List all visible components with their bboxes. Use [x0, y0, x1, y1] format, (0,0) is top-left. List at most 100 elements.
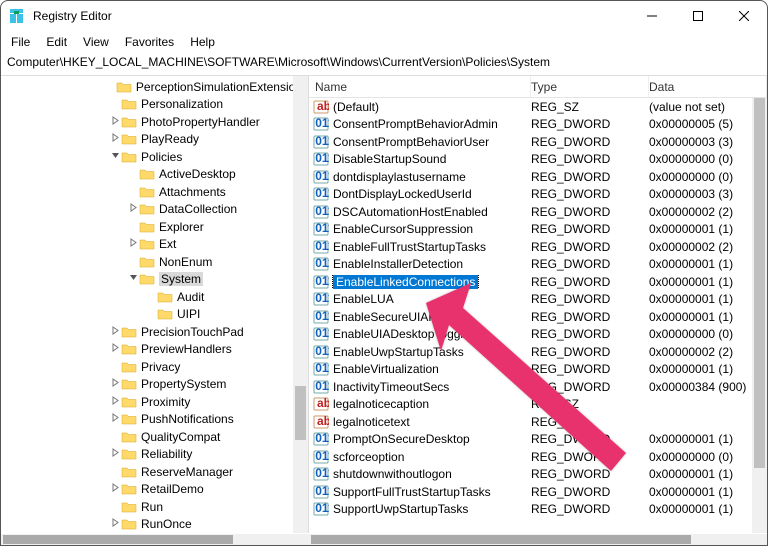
registry-value-row[interactable]: 011ConsentPromptBehaviorAdminREG_DWORD0x… [309, 116, 767, 134]
tree-item[interactable]: PerceptionSimulationExtensions [1, 78, 308, 96]
tree-item[interactable]: PreviewHandlers [1, 341, 308, 359]
tree-item[interactable]: ReserveManager [1, 463, 308, 481]
menu-favorites[interactable]: Favorites [125, 35, 174, 49]
expand-toggle-icon[interactable] [109, 518, 121, 530]
expand-toggle-icon[interactable] [109, 343, 121, 355]
registry-value-row[interactable]: 011EnableSecureUIAPathsREG_DWORD0x000000… [309, 308, 767, 326]
tree-item[interactable]: RunOnce [1, 516, 308, 534]
registry-tree[interactable]: PerceptionSimulationExtensionsPersonaliz… [1, 76, 308, 533]
menu-view[interactable]: View [83, 35, 109, 49]
registry-value-row[interactable]: 011PromptOnSecureDesktopREG_DWORD0x00000… [309, 431, 767, 449]
value-name: EnableSecureUIAPaths [333, 310, 459, 324]
minimize-button[interactable] [629, 1, 675, 31]
column-header-data[interactable]: Data [649, 76, 767, 97]
tree-item[interactable]: Reliability [1, 446, 308, 464]
registry-value-row[interactable]: ablegalnoticetextREG_SZ [309, 413, 767, 431]
expand-toggle-icon[interactable] [127, 273, 139, 285]
svg-text:011: 011 [315, 362, 329, 375]
registry-value-row[interactable]: 011dontdisplaylastusernameREG_DWORD0x000… [309, 168, 767, 186]
tree-item-label: PlayReady [141, 132, 199, 146]
expand-toggle-icon[interactable] [109, 326, 121, 338]
address-bar[interactable]: Computer\HKEY_LOCAL_MACHINE\SOFTWARE\Mic… [1, 53, 767, 76]
tree-item[interactable]: QualityCompat [1, 428, 308, 446]
tree-item[interactable]: UIPI [1, 306, 308, 324]
value-type: REG_DWORD [531, 485, 649, 499]
registry-value-row[interactable]: 011EnableLinkedConnectionsREG_DWORD0x000… [309, 273, 767, 291]
list-vertical-scrollbar[interactable] [752, 98, 767, 533]
tree-item[interactable]: PropertySystem [1, 376, 308, 394]
registry-value-row[interactable]: 011EnableFullTrustStartupTasksREG_DWORD0… [309, 238, 767, 256]
registry-value-row[interactable]: 011SupportFullTrustStartupTasksREG_DWORD… [309, 483, 767, 501]
tree-vertical-scrollbar[interactable] [293, 76, 308, 533]
tree-item[interactable]: PushNotifications [1, 411, 308, 429]
tree-item[interactable]: PlayReady [1, 131, 308, 149]
registry-value-row[interactable]: 011shutdownwithoutlogonREG_DWORD0x000000… [309, 466, 767, 484]
registry-value-row[interactable]: 011InactivityTimeoutSecsREG_DWORD0x00000… [309, 378, 767, 396]
tree-item[interactable]: PhotoPropertyHandler [1, 113, 308, 131]
tree-horizontal-scrollbar[interactable] [1, 534, 309, 545]
tree-item[interactable]: Privacy [1, 358, 308, 376]
value-type: REG_SZ [531, 415, 649, 429]
registry-value-row[interactable]: 011DisableStartupSoundREG_DWORD0x0000000… [309, 151, 767, 169]
tree-item[interactable]: System [1, 271, 308, 289]
registry-value-row[interactable]: 011DontDisplayLockedUserIdREG_DWORD0x000… [309, 186, 767, 204]
folder-icon [139, 237, 155, 251]
registry-value-row[interactable]: 011SupportUwpStartupTasksREG_DWORD0x0000… [309, 501, 767, 519]
list-horizontal-scrollbar[interactable] [309, 534, 767, 545]
menu-file[interactable]: File [11, 35, 30, 49]
tree-item[interactable]: NonEnum [1, 253, 308, 271]
expand-toggle-icon[interactable] [109, 483, 121, 495]
tree-item[interactable]: Policies [1, 148, 308, 166]
registry-value-row[interactable]: ablegalnoticecaptionREG_SZ [309, 396, 767, 414]
svg-text:011: 011 [315, 467, 329, 480]
column-header-type[interactable]: Type [531, 76, 649, 97]
column-header-name[interactable]: Name [309, 76, 531, 97]
tree-item[interactable]: RetailDemo [1, 481, 308, 499]
tree-item[interactable]: Explorer [1, 218, 308, 236]
value-type: REG_DWORD [531, 345, 649, 359]
registry-value-list[interactable]: ab(Default)REG_SZ(value not set)011Conse… [309, 98, 767, 518]
expand-toggle-icon[interactable] [109, 116, 121, 128]
folder-icon [121, 395, 137, 409]
expand-toggle-icon[interactable] [109, 133, 121, 145]
registry-value-row[interactable]: 011DSCAutomationHostEnabledREG_DWORD0x00… [309, 203, 767, 221]
folder-icon [121, 325, 137, 339]
tree-item[interactable]: PrecisionTouchPad [1, 323, 308, 341]
tree-item[interactable]: Ext [1, 236, 308, 254]
value-type: REG_DWORD [531, 502, 649, 516]
expand-toggle-icon[interactable] [127, 238, 139, 250]
registry-value-row[interactable]: 011scforceoptionREG_DWORD0x00000000 (0) [309, 448, 767, 466]
registry-value-row[interactable]: 011EnableUIADesktopToggleREG_DWORD0x0000… [309, 326, 767, 344]
expand-toggle-icon[interactable] [109, 151, 121, 163]
tree-item[interactable]: DataCollection [1, 201, 308, 219]
registry-value-row[interactable]: ab(Default)REG_SZ(value not set) [309, 98, 767, 116]
tree-item[interactable]: ActiveDesktop [1, 166, 308, 184]
tree-item[interactable]: Audit [1, 288, 308, 306]
expand-toggle-icon[interactable] [109, 378, 121, 390]
registry-value-row[interactable]: 011EnableInstallerDetectionREG_DWORD0x00… [309, 256, 767, 274]
expand-toggle-icon[interactable] [127, 203, 139, 215]
expand-toggle-icon[interactable] [109, 396, 121, 408]
window-controls [629, 1, 767, 31]
expand-toggle-icon[interactable] [109, 448, 121, 460]
maximize-button[interactable] [675, 1, 721, 31]
binary-value-icon: 011 [313, 432, 329, 446]
registry-value-row[interactable]: 011EnableUwpStartupTasksREG_DWORD0x00000… [309, 343, 767, 361]
tree-item[interactable]: Proximity [1, 393, 308, 411]
folder-icon [139, 272, 155, 286]
tree-item-label: Attachments [159, 185, 226, 199]
menu-help[interactable]: Help [190, 35, 215, 49]
svg-text:011: 011 [315, 135, 329, 148]
tree-item[interactable]: Attachments [1, 183, 308, 201]
registry-value-row[interactable]: 011EnableLUAREG_DWORD0x00000001 (1) [309, 291, 767, 309]
tree-item[interactable]: Run [1, 498, 308, 516]
svg-text:011: 011 [315, 502, 329, 515]
registry-value-row[interactable]: 011EnableCursorSuppressionREG_DWORD0x000… [309, 221, 767, 239]
menu-edit[interactable]: Edit [46, 35, 67, 49]
registry-value-row[interactable]: 011EnableVirtualizationREG_DWORD0x000000… [309, 361, 767, 379]
value-name: EnableUwpStartupTasks [333, 345, 464, 359]
expand-toggle-icon[interactable] [109, 413, 121, 425]
registry-value-row[interactable]: 011ConsentPromptBehaviorUserREG_DWORD0x0… [309, 133, 767, 151]
close-button[interactable] [721, 1, 767, 31]
tree-item[interactable]: Personalization [1, 96, 308, 114]
